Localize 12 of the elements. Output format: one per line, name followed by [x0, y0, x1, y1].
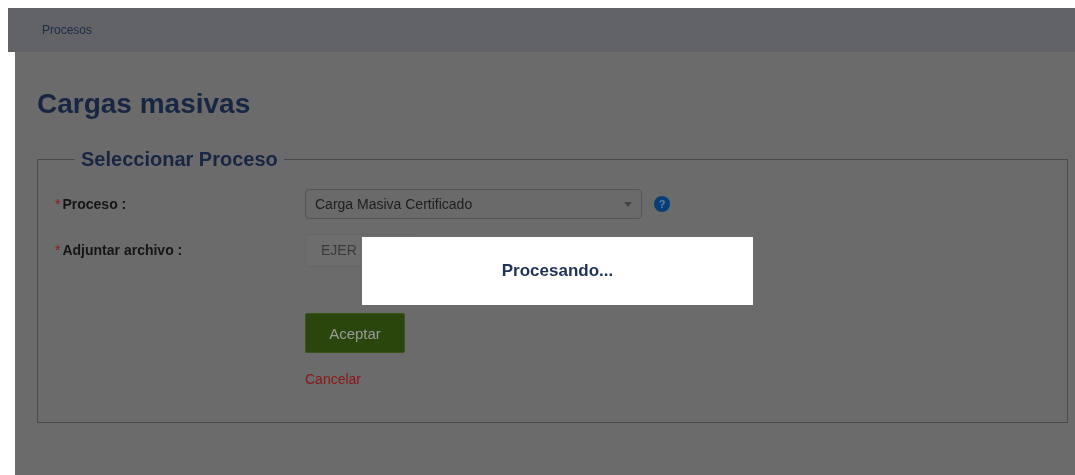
field-label: Adjuntar archivo :: [62, 242, 183, 258]
processing-message: Procesando...: [501, 261, 614, 281]
help-icon[interactable]: ?: [654, 196, 670, 212]
breadcrumb-link[interactable]: Procesos: [42, 23, 93, 37]
required-mark: *: [55, 196, 61, 212]
panel-title: Seleccionar Proceso: [80, 148, 279, 171]
page-title: Cargas masivas: [37, 88, 252, 120]
required-mark: *: [55, 242, 61, 258]
accept-button[interactable]: Aceptar: [305, 313, 405, 353]
cancel-link[interactable]: Cancelar: [305, 371, 362, 387]
process-dropdown[interactable]: Carga Masiva Certificado: [305, 189, 642, 219]
field-label: Proceso :: [62, 196, 127, 212]
